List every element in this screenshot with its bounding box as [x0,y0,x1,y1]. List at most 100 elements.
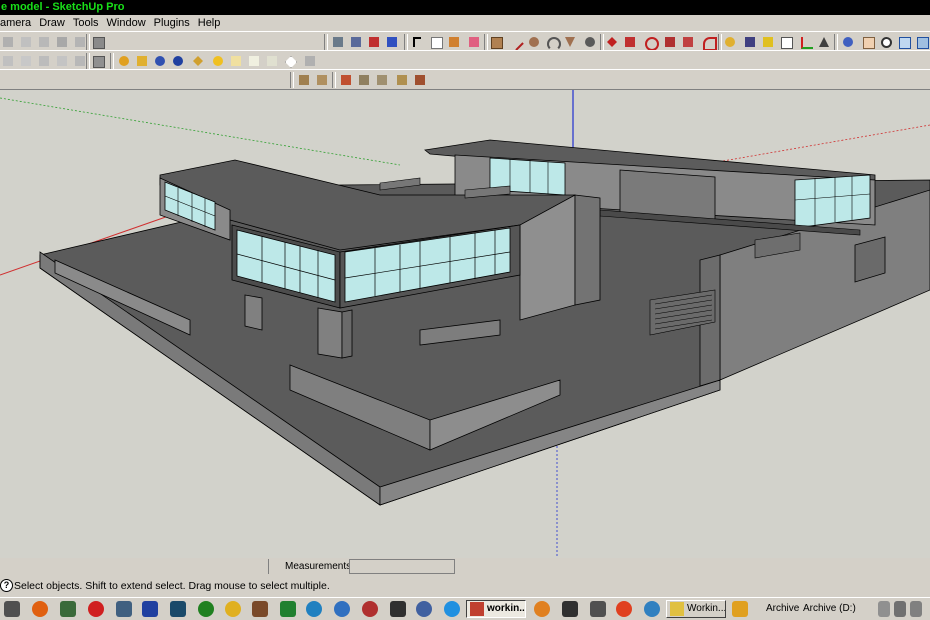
app-icon[interactable] [562,601,578,617]
component-tool-icon[interactable] [428,34,444,50]
tray-icon[interactable] [910,601,922,617]
measurements-input[interactable] [349,559,455,574]
diamond-icon[interactable] [282,53,298,69]
app-icon[interactable] [390,601,406,617]
orbit-tool-icon[interactable] [840,34,856,50]
x-ray-style-icon[interactable] [296,72,312,88]
app-icon[interactable] [225,601,241,617]
menu-camera[interactable]: amera [0,15,35,31]
menu-help[interactable]: Help [194,15,225,31]
offset-tool-icon[interactable] [700,34,717,51]
zoom-extents-icon[interactable] [914,34,930,50]
hide-icon[interactable] [264,53,280,69]
back-edges-style-icon[interactable] [314,72,330,88]
app-icon[interactable] [416,601,432,617]
drive-label[interactable]: Archive (D:) [803,601,856,617]
toolbar-icon[interactable] [36,34,52,50]
layers-icon[interactable] [348,34,364,50]
stamp-icon[interactable] [170,53,186,69]
skype-icon[interactable] [444,601,460,617]
taskbar-button-explorer[interactable]: Workin... [666,600,726,618]
app-icon[interactable] [170,601,186,617]
dimension-tool-icon[interactable] [742,34,758,50]
toolbar-icon[interactable] [36,53,52,69]
monochrome-style-icon[interactable] [412,72,428,88]
eraser-icon[interactable] [466,34,482,50]
add-detail-icon[interactable] [210,53,226,69]
menu-plugins[interactable]: Plugins [150,15,194,31]
ie-icon[interactable] [644,601,660,617]
protractor-icon[interactable] [760,34,776,50]
text-tool-icon[interactable] [778,34,794,50]
move-tool-icon[interactable] [604,34,620,50]
toolbar-icon[interactable] [54,34,70,50]
app-icon[interactable] [732,601,748,617]
tape-measure-icon[interactable] [722,34,738,50]
polygon-tool-icon[interactable] [562,34,578,50]
scale-tool-icon[interactable] [680,34,696,50]
app-icon[interactable] [590,601,606,617]
tray-icon[interactable] [878,601,890,617]
sandbox-scratch-icon[interactable] [134,53,150,69]
rotate-tool-icon[interactable] [642,34,659,51]
zoom-tool-icon[interactable] [878,34,894,50]
3d-text-icon[interactable] [816,34,832,50]
menu-window[interactable]: Window [103,15,150,31]
follow-me-tool-icon[interactable] [662,34,678,50]
push-pull-tool-icon[interactable] [622,34,638,50]
toolbar-icon[interactable] [54,53,70,69]
smoove-icon[interactable] [152,53,168,69]
menu-draw[interactable]: Draw [35,15,69,31]
arc-tool-icon[interactable] [544,34,561,51]
hidden-line-style-icon[interactable] [356,72,372,88]
tray-icon[interactable] [894,601,906,617]
app-icon[interactable] [88,601,104,617]
layers-icon[interactable] [330,34,346,50]
sandbox-contours-icon[interactable] [116,53,132,69]
toolbar-icon[interactable] [302,53,318,69]
drape-icon[interactable] [190,53,206,69]
drawing-viewport[interactable] [0,90,930,558]
app-icon[interactable] [198,601,214,617]
app-icon[interactable] [334,601,350,617]
components-icon[interactable] [384,34,400,50]
toolbar-icon[interactable] [90,53,106,69]
select-tool-icon[interactable] [410,34,426,50]
menu-tools[interactable]: Tools [69,15,103,31]
toolbar-icon[interactable] [90,34,106,50]
paint-bucket-icon[interactable] [446,34,462,50]
zoom-window-icon[interactable] [896,34,912,50]
materials-icon[interactable] [366,34,382,50]
pan-tool-icon[interactable] [860,34,876,50]
axes-tool-icon[interactable] [798,34,814,50]
shaded-style-icon[interactable] [374,72,390,88]
shadow-icon[interactable] [246,53,262,69]
rectangle-tool-icon[interactable] [488,34,504,50]
app-icon[interactable] [362,601,378,617]
shaded-textures-style-icon[interactable] [394,72,410,88]
toolbar-icon[interactable] [0,53,16,69]
app-icon[interactable] [534,601,550,617]
circle-tool-icon[interactable] [526,34,542,50]
drive-label[interactable]: Archive [766,601,799,617]
column [317,307,343,359]
freehand-tool-icon[interactable] [582,34,598,50]
photoshop-icon[interactable] [142,601,158,617]
app-icon[interactable] [280,601,296,617]
app-icon[interactable] [116,601,132,617]
app-icon[interactable] [60,601,76,617]
toolbar-icon[interactable] [18,53,34,69]
toolbar-icon[interactable] [18,34,34,50]
app-icon[interactable] [252,601,268,617]
wireframe-style-icon[interactable] [338,72,354,88]
app-icon[interactable] [306,601,322,617]
column [244,294,263,331]
app-icon[interactable] [32,601,48,617]
help-icon[interactable]: ? [0,579,13,592]
taskbar-button-sketchup[interactable]: workin... [466,600,526,618]
toolbar-icon[interactable] [0,34,16,50]
flip-edge-icon[interactable] [228,53,244,69]
show-desktop-icon[interactable] [4,601,20,617]
chrome-icon[interactable] [616,601,632,617]
line-tool-icon[interactable] [508,34,524,51]
